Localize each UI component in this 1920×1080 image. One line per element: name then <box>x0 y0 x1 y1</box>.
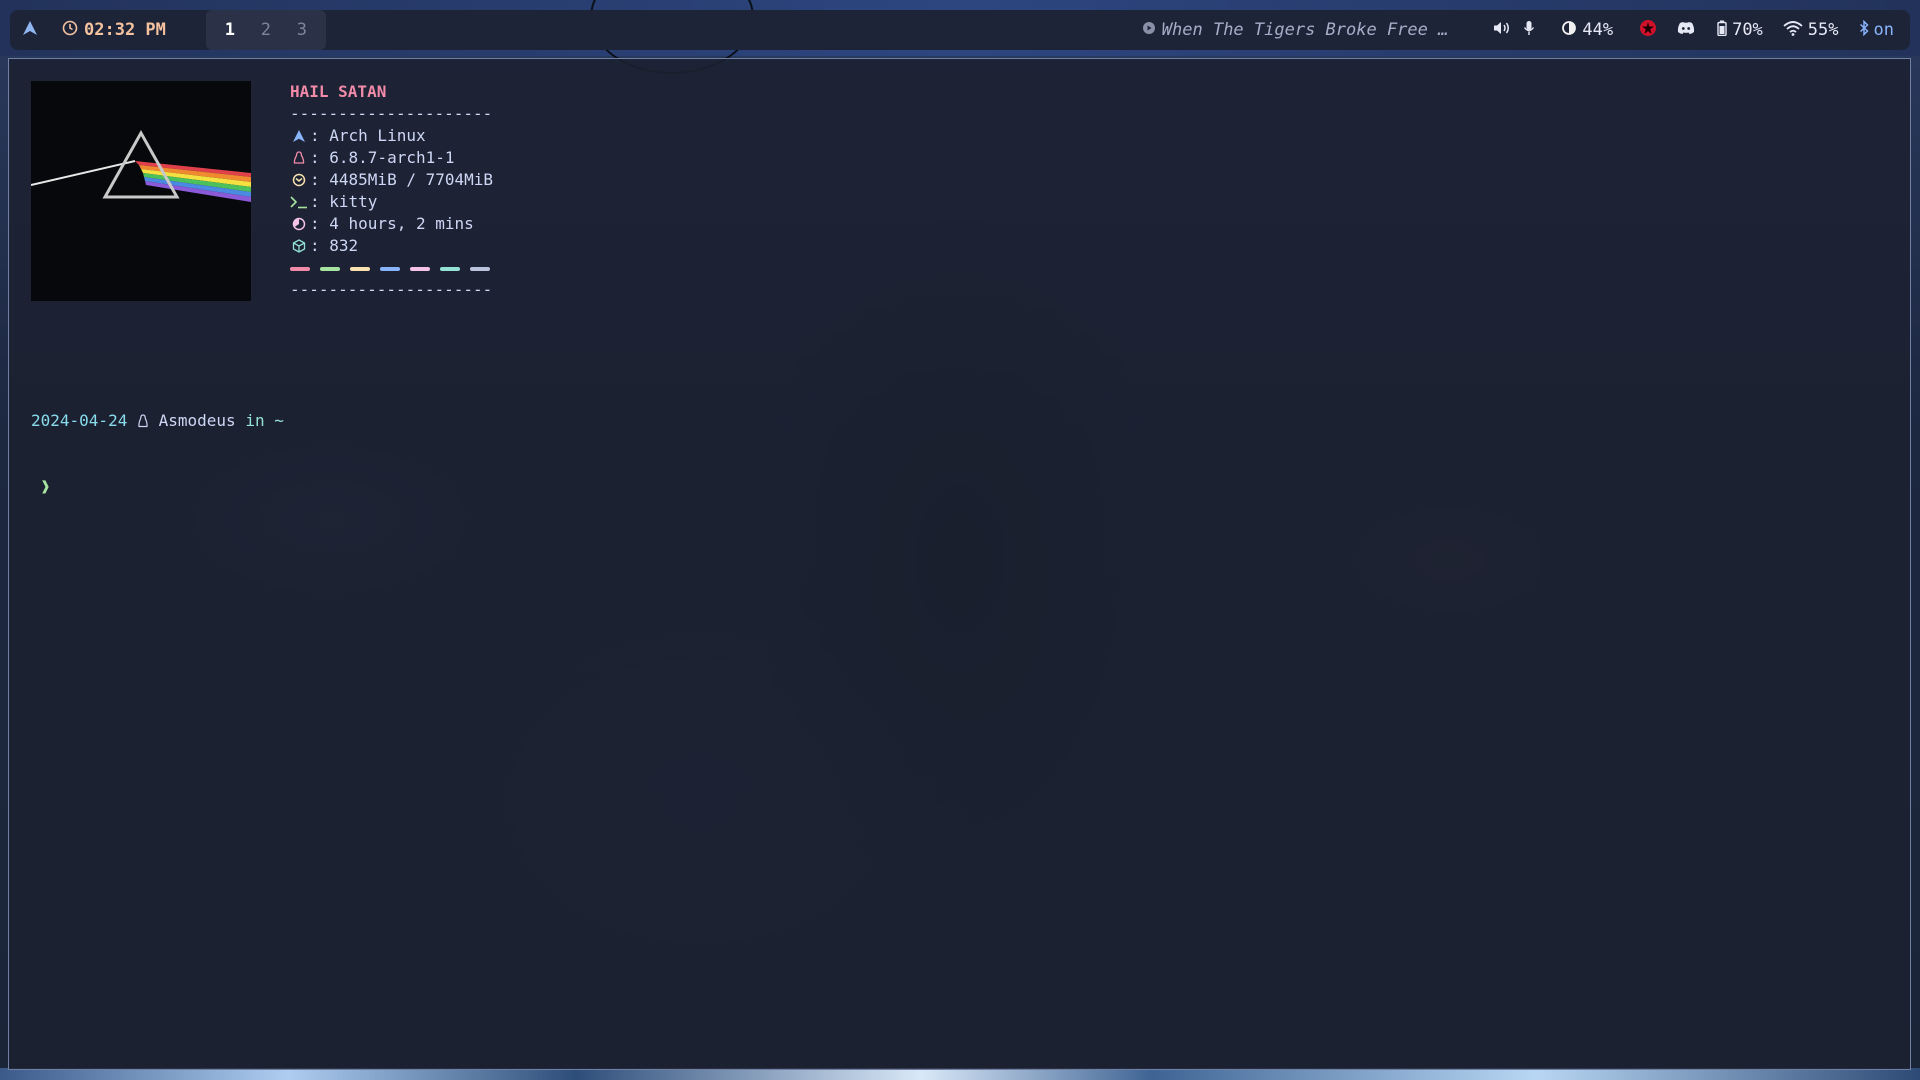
prompt-directory: ~ <box>274 411 284 430</box>
fastfetch-output: HAIL SATAN --------------------- : Arch … <box>290 81 493 301</box>
wifi-value: 55% <box>1807 20 1839 40</box>
fetch-packages-value: : 832 <box>310 236 359 255</box>
top-bar: 02:32 PM 1 2 3 When The Tigers Broke Fre… <box>10 10 1910 50</box>
prompt-line: 2024-04-24 Asmodeus in ~ <box>31 410 284 432</box>
color-swatches <box>290 263 493 275</box>
color-swatch <box>320 267 340 271</box>
fetch-row-terminal: : kitty <box>290 191 493 213</box>
workspaces: 1 2 3 <box>205 10 326 50</box>
fetch-row-os: : Arch Linux <box>290 125 493 147</box>
media-title: When The Tigers Broke Free … <box>1161 20 1449 40</box>
album-art-image <box>30 81 251 301</box>
clock-icon <box>62 20 78 41</box>
record-icon <box>1639 19 1657 42</box>
shell-prompt[interactable]: 2024-04-24 Asmodeus in ~ ❱ <box>31 366 284 542</box>
fetch-os-value: : Arch Linux <box>310 126 426 145</box>
bluetooth-status[interactable]: on <box>1859 19 1894 41</box>
color-swatch <box>440 267 460 271</box>
terminal-icon <box>290 193 308 211</box>
color-swatch <box>380 267 400 271</box>
microphone-icon[interactable] <box>1523 20 1535 41</box>
fetch-row-memory: : 4485MiB / 7704MiB <box>290 169 493 191</box>
bar-right: When The Tigers Broke Free … 44% 70% 55%… <box>1142 10 1910 50</box>
bluetooth-icon <box>1859 19 1869 41</box>
fetch-title: HAIL SATAN <box>290 82 387 101</box>
color-swatch <box>410 267 430 271</box>
prompt-user: Asmodeus <box>158 411 236 430</box>
fetch-row-kernel: : 6.8.7-arch1-1 <box>290 147 493 169</box>
fetch-uptime-value: : 4 hours, 2 mins <box>310 214 474 233</box>
color-swatch <box>350 267 370 271</box>
bar-left: 02:32 PM 1 2 3 <box>10 10 326 50</box>
uptime-icon <box>290 215 308 233</box>
battery-status[interactable]: 70% <box>1717 20 1763 41</box>
workspace-3[interactable]: 3 <box>284 20 320 40</box>
linux-tux-icon <box>290 149 308 167</box>
workspace-2[interactable]: 2 <box>248 20 284 40</box>
prompt-arrow: ❱ <box>40 477 51 496</box>
terminal-content: HAIL SATAN --------------------- : Arch … <box>9 59 1910 1069</box>
bluetooth-value: on <box>1873 20 1894 40</box>
launcher-button[interactable] <box>10 20 50 41</box>
linux-tux-icon <box>137 411 149 430</box>
package-icon <box>290 237 308 255</box>
prompt-date: 2024-04-24 <box>31 411 128 430</box>
clock-text: 02:32 PM <box>84 20 166 40</box>
arch-logo-icon <box>290 127 308 145</box>
arch-logo-icon <box>22 20 38 41</box>
discord-icon <box>1677 20 1695 40</box>
prompt-input-line[interactable]: ❱ <box>31 476 284 498</box>
battery-icon <box>1717 20 1727 41</box>
color-swatch <box>290 267 310 271</box>
fetch-row-uptime: : 4 hours, 2 mins <box>290 213 493 235</box>
workspace-1[interactable]: 1 <box>212 20 248 40</box>
wifi-icon <box>1783 20 1803 41</box>
volume-control[interactable] <box>1492 20 1535 41</box>
discord-tray[interactable] <box>1677 20 1695 40</box>
fetch-row-packages: : 832 <box>290 235 493 257</box>
fetch-separator-bottom: --------------------- <box>290 280 493 299</box>
clock[interactable]: 02:32 PM <box>62 20 166 41</box>
brightness-control[interactable]: 44% <box>1561 20 1613 41</box>
volume-icon <box>1492 20 1512 41</box>
fetch-terminal-value: : kitty <box>310 192 378 211</box>
wifi-status[interactable]: 55% <box>1783 20 1839 41</box>
terminal-window[interactable]: HAIL SATAN --------------------- : Arch … <box>8 58 1911 1070</box>
music-icon <box>1142 20 1156 40</box>
brightness-icon <box>1561 20 1577 41</box>
screen-record-button[interactable] <box>1639 19 1657 42</box>
memory-icon <box>290 171 308 189</box>
fetch-memory-value: : 4485MiB / 7704MiB <box>310 170 494 189</box>
brightness-value: 44% <box>1582 20 1614 40</box>
prompt-in: in <box>245 411 265 430</box>
media-player[interactable]: When The Tigers Broke Free … <box>1142 20 1449 40</box>
fetch-separator-top: --------------------- <box>290 104 493 123</box>
color-swatch <box>470 267 490 271</box>
fetch-kernel-value: : 6.8.7-arch1-1 <box>310 148 455 167</box>
battery-value: 70% <box>1732 20 1763 40</box>
